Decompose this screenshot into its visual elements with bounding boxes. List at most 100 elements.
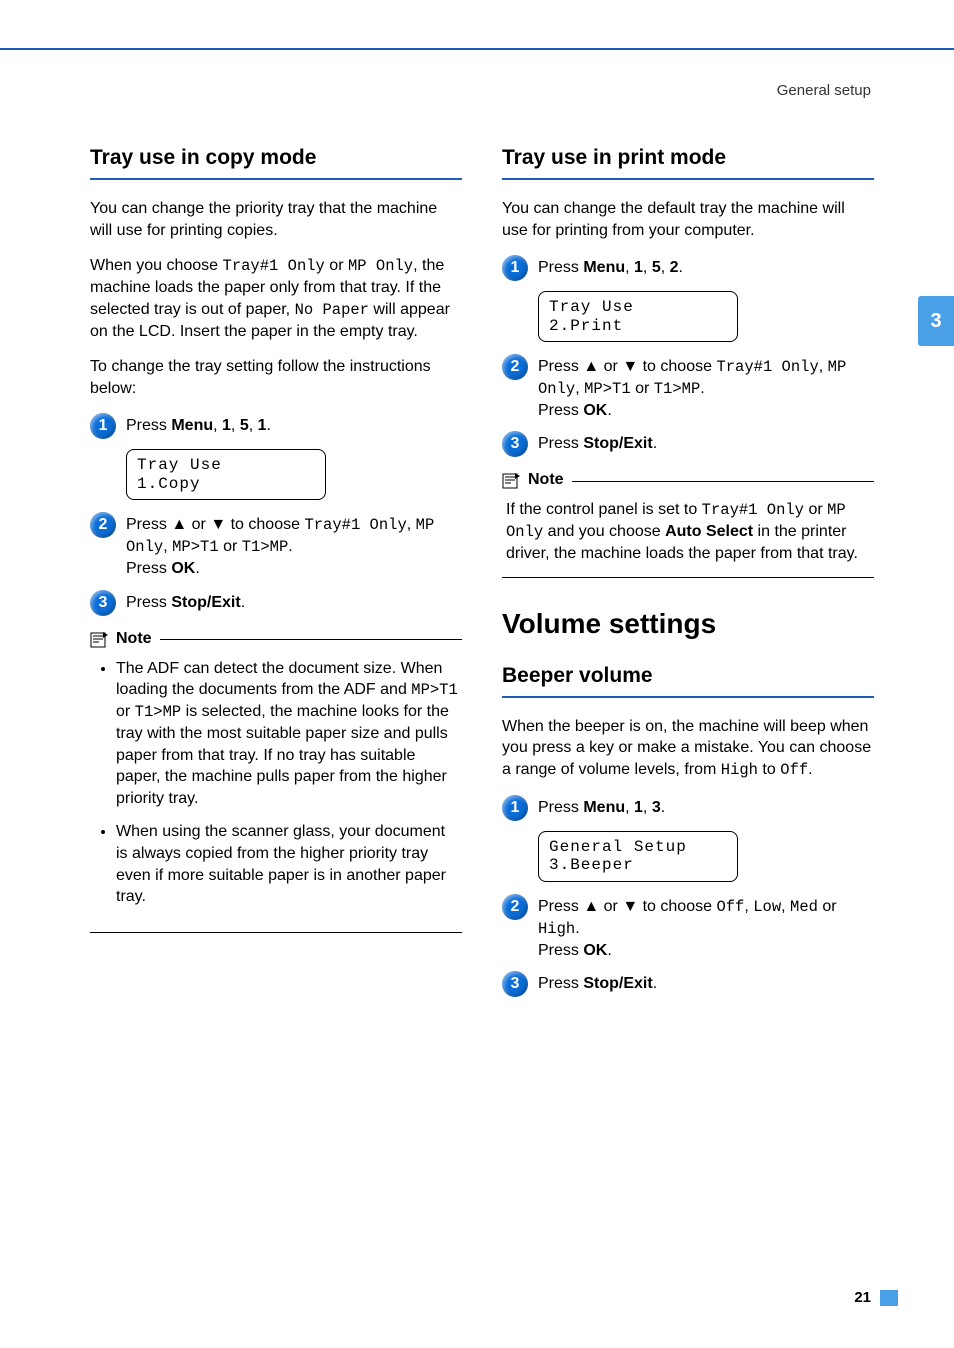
t: or [116,703,135,720]
lcd-line-1: Tray Use [137,456,315,474]
down-arrow-icon: ▼ [210,516,226,533]
t: If the control panel is set to [506,501,702,518]
t: Press [538,975,583,992]
step-1-text: Press Menu, 1, 3. [538,795,665,819]
note-copy: Note The ADF can detect the document siz… [90,630,462,933]
step-badge-1: 1 [502,795,528,821]
note-label: Note [528,471,564,489]
step-badge-2: 2 [502,894,528,920]
t: Press [126,594,171,611]
t: , [744,898,753,915]
t: or [219,538,242,555]
down-arrow-icon: ▼ [622,358,638,375]
note-body: The ADF can detect the document size. Wh… [90,648,462,932]
step-3: 3 Press Stop/Exit. [502,431,874,457]
step-1: 1 Press Menu, 1, 3. [502,795,874,821]
t: to choose [638,358,716,375]
note-item-2: When using the scanner glass, your docum… [116,821,458,907]
t: 3 [652,799,661,816]
copy-para-3: To change the tray setting follow the in… [90,356,462,399]
t: 1 [634,799,643,816]
step-2: 2 Press ▲ or ▼ to choose Off, Low, Med o… [502,894,874,961]
code: MP>T1 [172,538,219,556]
step-3: 3 Press Stop/Exit. [90,590,462,616]
note-label: Note [116,630,152,648]
code: Off [780,761,808,779]
t: 5 [240,417,249,434]
t: to choose [226,516,304,533]
code: Low [753,898,781,916]
heading-print-mode: Tray use in print mode [502,146,874,180]
t: , [231,417,240,434]
lcd-line-2: 3.Beeper [549,856,727,874]
t: Press [538,799,583,816]
note-icon [502,471,522,489]
step-badge-1: 1 [90,413,116,439]
t: Menu [171,417,213,434]
up-arrow-icon: ▲ [583,358,599,375]
note-head: Note [90,630,462,648]
t: or [631,380,654,397]
lcd-line-2: 1.Copy [137,475,315,493]
t: , [643,259,652,276]
print-intro: You can change the default tray the mach… [502,198,874,241]
step-1: 1 Press Menu, 1, 5, 2. [502,255,874,281]
step-3: 3 Press Stop/Exit. [502,971,874,997]
t: and you choose [543,523,665,540]
t: When the beeper is on, the machine will … [502,718,871,778]
t: Press [126,417,171,434]
t: . [679,259,683,276]
lcd-display-beeper: General Setup 3.Beeper [538,831,738,882]
t: or [818,898,837,915]
t: or [599,358,622,375]
t: 1 [634,259,643,276]
t: , [781,898,790,915]
t: . [653,435,657,452]
step-3-text: Press Stop/Exit. [126,590,245,614]
t: Menu [583,799,625,816]
t: . [700,380,704,397]
lcd-line-2: 2.Print [549,317,727,335]
copy-para-2: When you choose Tray#1 Only or MP Only, … [90,255,462,342]
code: Off [716,898,744,916]
header-breadcrumb: General setup [777,82,871,99]
t: Stop/Exit [583,975,652,992]
page-number-accent [880,1290,898,1306]
code: No Paper [295,301,369,319]
t: , [163,538,172,555]
step-badge-2: 2 [502,354,528,380]
t: Press [126,560,171,577]
code: MP>T1 [584,380,631,398]
print-steps: 1 Press Menu, 1, 5, 2. Tray Use 2.Print … [502,255,874,457]
step-3-text: Press Stop/Exit. [538,431,657,455]
code: T1>MP [135,703,182,721]
code: Tray#1 Only [223,257,325,275]
text: When you choose [90,257,223,274]
lcd-display-copy: Tray Use 1.Copy [126,449,326,500]
t: . [241,594,245,611]
note-rule [160,639,462,640]
step-2-text: Press ▲ or ▼ to choose Tray#1 Only, MP O… [126,512,462,579]
step-3-text: Press Stop/Exit. [538,971,657,995]
step-1-text: Press Menu, 1, 5, 1. [126,413,271,437]
t: Press [538,942,583,959]
step-1: 1 Press Menu, 1, 5, 1. [90,413,462,439]
code: Tray#1 Only [716,358,818,376]
heading-copy-mode: Tray use in copy mode [90,146,462,180]
t: . [288,538,292,555]
left-column: Tray use in copy mode You can change the… [90,140,462,1007]
t: to [758,761,780,778]
t: Press [538,259,583,276]
t: The ADF can detect the document size. Wh… [116,660,442,699]
t: . [653,975,657,992]
text: or [325,257,348,274]
t: 1 [222,417,231,434]
code: Tray#1 Only [702,501,804,519]
note-bottom-rule [90,932,462,933]
lcd-display-print: Tray Use 2.Print [538,291,738,342]
code: T1>MP [654,380,701,398]
t: Stop/Exit [171,594,240,611]
note-bottom-rule [502,577,874,578]
t: 2 [670,259,679,276]
code: Med [790,898,818,916]
